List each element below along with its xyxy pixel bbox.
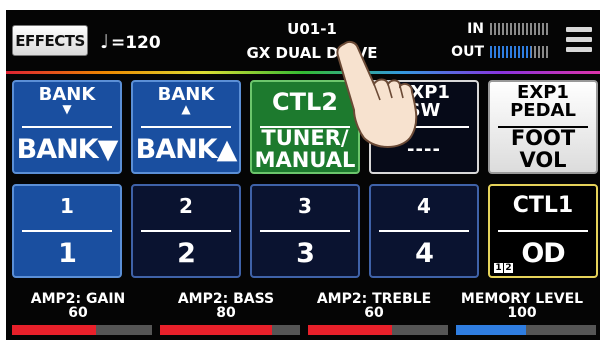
tile-value: 2	[177, 237, 196, 269]
menu-icon[interactable]	[566, 27, 592, 53]
param-bar-amp2-treble[interactable]	[308, 325, 448, 335]
param-bar-amp2-gain[interactable]	[12, 325, 152, 335]
device-screen: EFFECTS ♩ =120 U01-1 GX DUAL DRIVE IN OUT…	[6, 10, 600, 340]
number-button-2[interactable]: 2 2	[131, 184, 241, 278]
param-bar-memory-level[interactable]	[456, 325, 596, 335]
number-button-3[interactable]: 3 3	[250, 184, 360, 278]
param-amp2-bass[interactable]: AMP2: BASS 80	[156, 292, 296, 320]
ctl-assign-badge: 12	[494, 263, 513, 273]
tile-label: 1	[60, 194, 74, 218]
param-value: 80	[216, 305, 236, 321]
tile-label: 4	[417, 194, 431, 218]
tile-label: CTL1	[512, 193, 574, 218]
tempo-display[interactable]: ♩ =120	[100, 31, 161, 53]
tile-value: BANK▲	[135, 133, 238, 165]
header-divider	[6, 71, 600, 74]
ctl1-button[interactable]: CTL1 OD 12	[488, 184, 598, 278]
tile-value-line2: MANUAL	[254, 148, 356, 172]
input-level-meter	[490, 23, 548, 35]
patch-number: U01-1	[287, 20, 337, 38]
param-bar-fill	[12, 325, 96, 335]
tile-label: 3	[298, 194, 312, 218]
param-amp2-gain[interactable]: AMP2: GAIN 60	[8, 292, 148, 320]
bank-up-button[interactable]: BANK ▲ BANK▲	[131, 80, 241, 174]
number-button-4[interactable]: 4 4	[369, 184, 479, 278]
param-bar-fill	[160, 325, 272, 335]
tile-value: 4	[415, 237, 434, 269]
param-memory-level[interactable]: MEMORY LEVEL 100	[452, 292, 592, 320]
tempo-value: =120	[110, 33, 161, 53]
param-value: 60	[364, 305, 384, 321]
tile-value: 1	[58, 237, 77, 269]
param-amp2-treble[interactable]: AMP2: TREBLE 60	[304, 292, 444, 320]
effects-button[interactable]: EFFECTS	[12, 25, 88, 56]
tile-value: 3	[296, 237, 315, 269]
tile-value-line2: VOL	[519, 148, 567, 172]
number-button-1[interactable]: 1 1	[12, 184, 122, 278]
output-level-meter	[490, 46, 548, 58]
param-value: 100	[507, 305, 537, 321]
tile-label: 2	[179, 194, 193, 218]
param-bar-amp2-bass[interactable]	[160, 325, 300, 335]
output-meter-label: OUT	[451, 44, 484, 60]
bank-down-button[interactable]: BANK ▼ BANK▼	[12, 80, 122, 174]
output-level-fill	[490, 46, 531, 58]
pointing-hand-icon	[336, 40, 418, 148]
param-bar-fill	[456, 325, 526, 335]
param-bar-fill	[308, 325, 392, 335]
arrow-up-icon: ▲	[181, 102, 191, 116]
exp1-pedal-button[interactable]: EXP1 PEDAL FOOT VOL	[488, 80, 598, 174]
tile-label-line2: PEDAL	[510, 100, 576, 121]
quarter-note-icon: ♩	[100, 31, 109, 53]
param-value: 60	[68, 305, 88, 321]
tile-value: BANK▼	[16, 133, 119, 165]
tile-value-line1: FOOT	[510, 126, 576, 150]
input-meter-label: IN	[467, 21, 484, 37]
arrow-down-icon: ▼	[62, 102, 72, 116]
